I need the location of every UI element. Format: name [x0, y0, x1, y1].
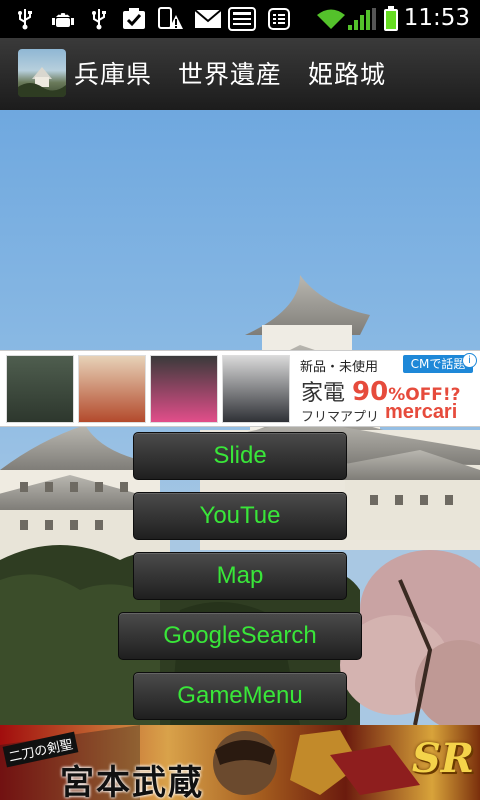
ad-brand: mercari: [385, 401, 458, 423]
ad-info-icon[interactable]: i: [462, 353, 477, 368]
ad-discount-number: 90: [352, 377, 389, 407]
ad-text-line1: 新品・未使用: [300, 360, 379, 375]
ad-product-image: [78, 355, 146, 423]
app-bar: 兵庫県 世界遺産 姫路城: [0, 38, 480, 111]
ad-product-image: [150, 355, 218, 423]
map-button[interactable]: Map: [133, 552, 347, 600]
app-logo-thumbnail: [18, 49, 66, 97]
game-menu-button[interactable]: GameMenu: [133, 672, 347, 720]
status-bar: 11:53: [0, 0, 480, 38]
ad-rarity-badge: SR: [411, 735, 474, 782]
mail-icon: [195, 8, 221, 30]
sim-warning-icon: [158, 7, 184, 30]
clock: 11:53: [403, 5, 470, 31]
app-notification-icon: [228, 7, 256, 31]
ad-character-name: 宮本武蔵: [60, 763, 204, 800]
usb-icon: [90, 8, 108, 30]
ad-text-prefix: 家電: [301, 381, 346, 406]
battery-icon: [383, 6, 399, 31]
signal-icon: [347, 8, 377, 30]
android-debug-icon: [52, 8, 74, 30]
page-title: 兵庫県 世界遺産 姫路城: [74, 60, 387, 89]
ad-banner-bottom[interactable]: 二刀の剣聖 宮本武蔵 SR: [0, 725, 480, 800]
wifi-icon: [316, 8, 346, 30]
ad-product-image: [6, 355, 74, 423]
slide-button[interactable]: Slide: [133, 432, 347, 480]
ad-banner-top[interactable]: 新品・未使用 CMで話題 家電 90%OFF!? フリマアプリ mercari …: [0, 350, 480, 427]
message-icon: [268, 8, 290, 30]
ad-product-image: [222, 355, 290, 423]
download-complete-icon: [122, 8, 146, 30]
google-search-button[interactable]: GoogleSearch: [118, 612, 362, 660]
usb-icon: [16, 8, 34, 30]
youtube-button[interactable]: YouTue: [133, 492, 347, 540]
ad-text-line3: フリマアプリ: [301, 410, 380, 425]
